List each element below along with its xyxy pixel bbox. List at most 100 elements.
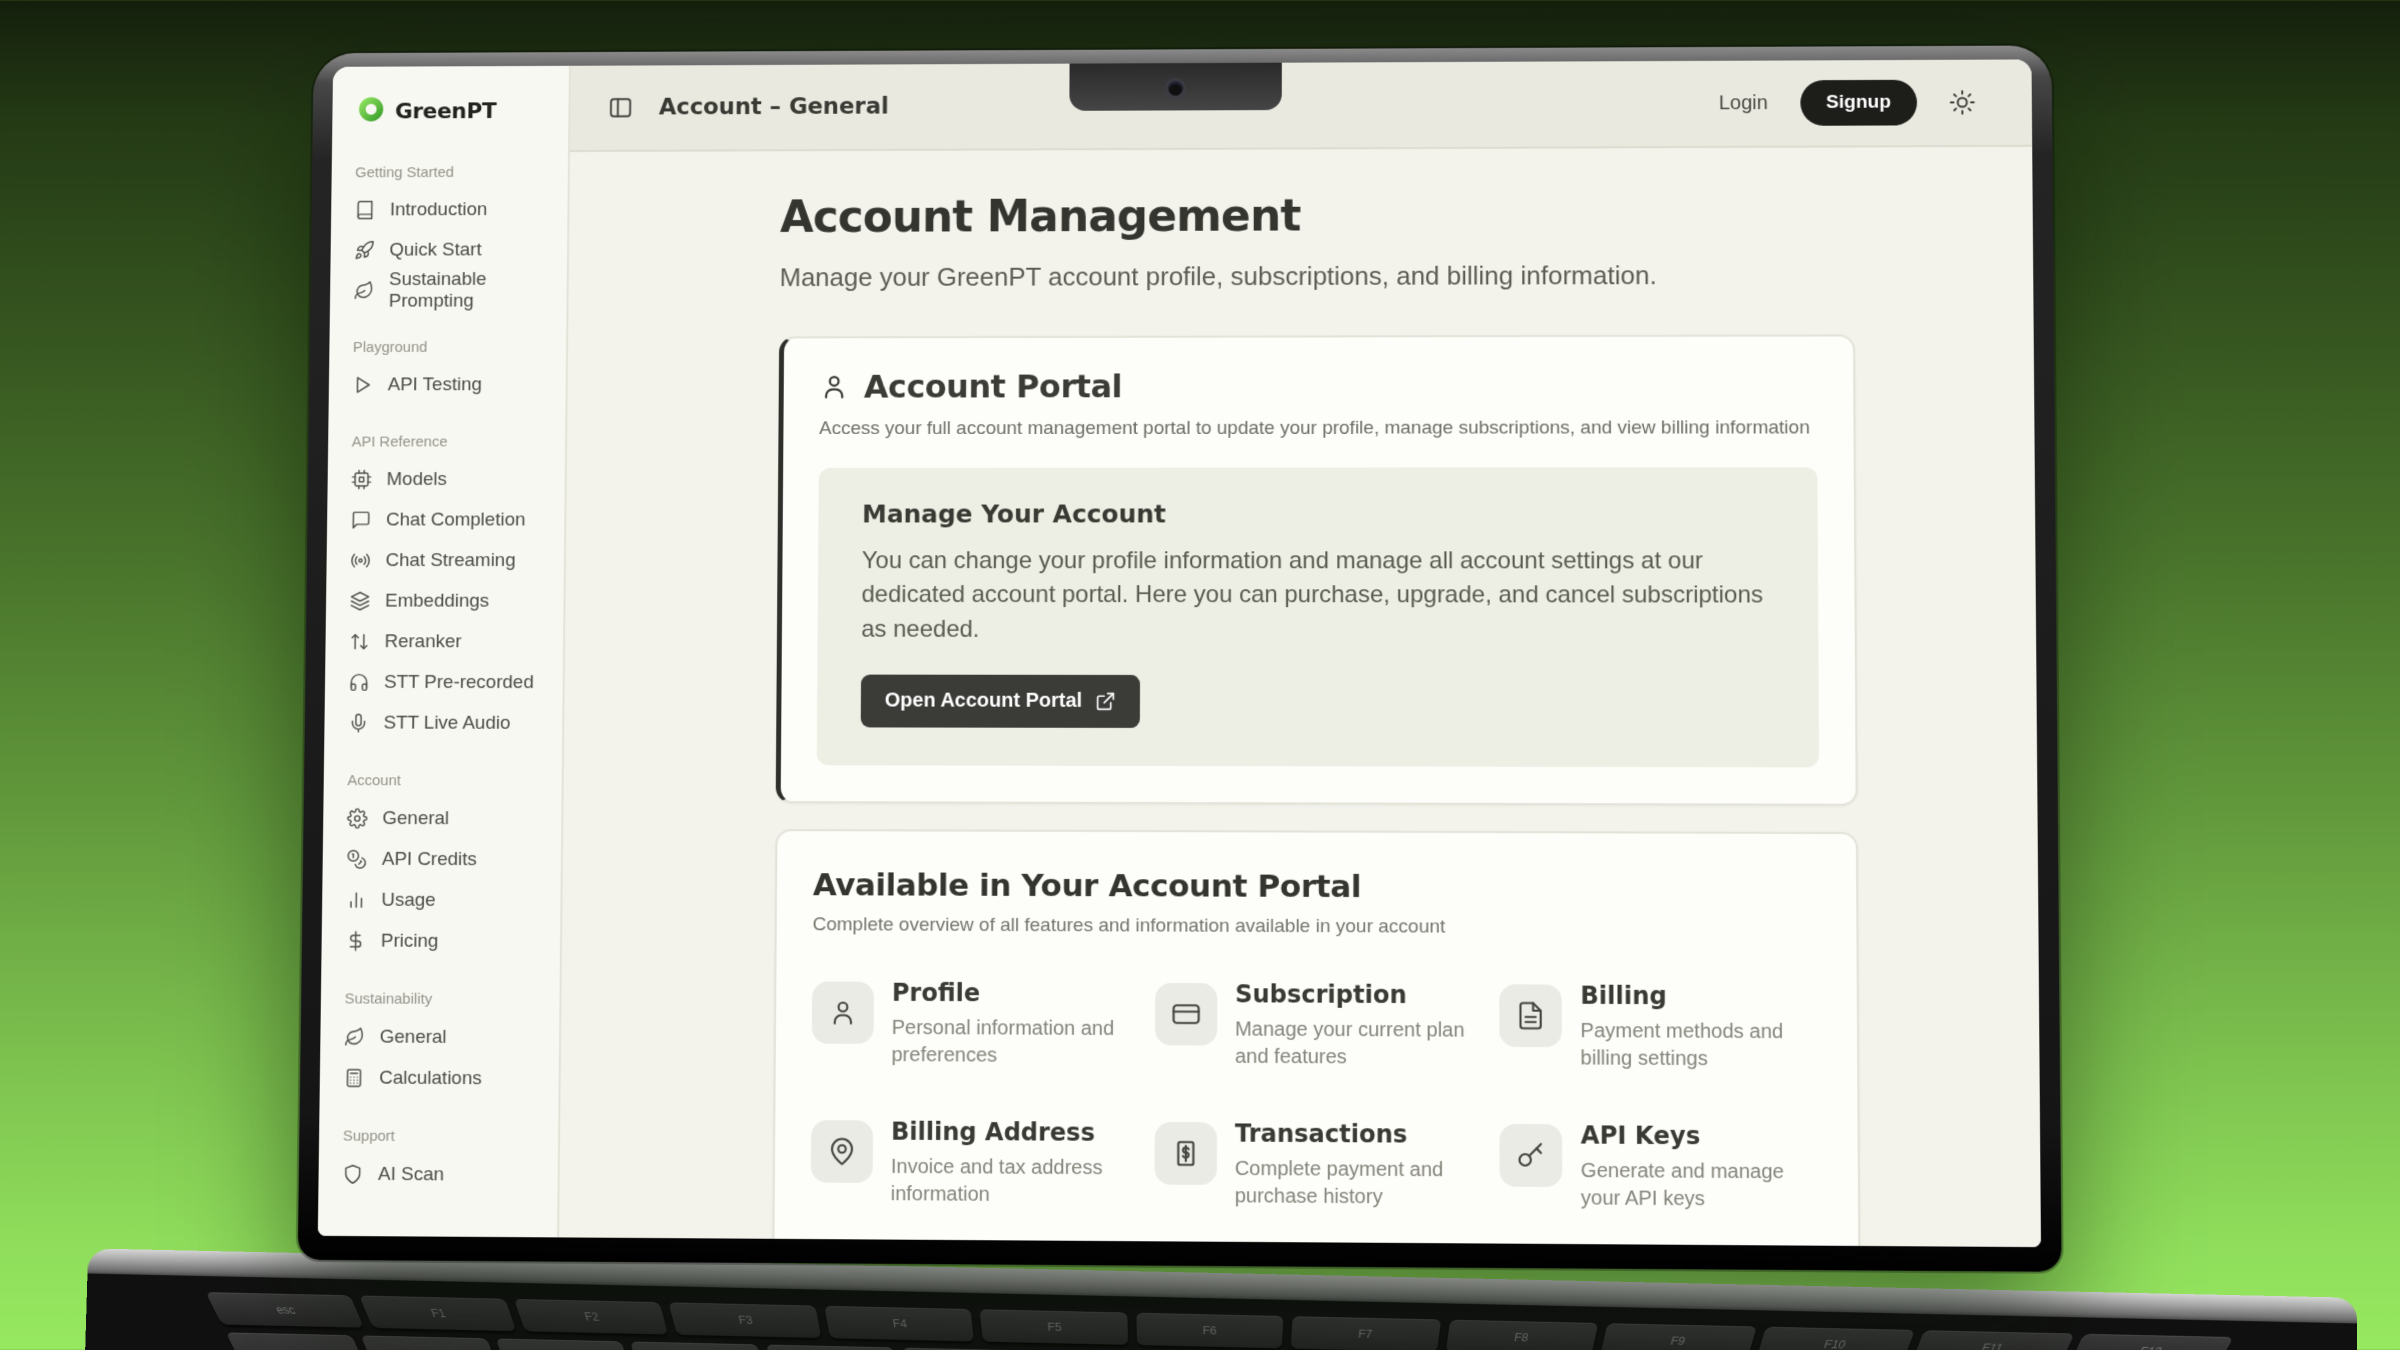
sidebar-section-label: Account xyxy=(347,772,538,789)
feature-text: Subscription Manage your current plan and… xyxy=(1235,980,1474,1072)
webcam-dot xyxy=(1168,81,1183,96)
laptop-mockup: escF1F2F3F4F5F6F7F8F9F10F11F12`123456789… xyxy=(295,45,2063,1350)
portal-card-subtitle: Access your full account management port… xyxy=(819,417,1817,440)
feature-title: API Keys xyxy=(1581,1121,1821,1151)
portal-card-title: Account Portal xyxy=(864,368,1122,406)
sidebar-item-label: Introduction xyxy=(390,199,488,221)
sidebar-section-account: Account GeneralAPI CreditsUsagePricing xyxy=(345,772,538,962)
sidebar-section-label: Support xyxy=(343,1128,535,1146)
sidebar-item-models[interactable]: Models xyxy=(351,459,541,500)
keyboard-key: F11 xyxy=(1912,1330,2075,1350)
sidebar-item-general[interactable]: General xyxy=(344,1016,536,1058)
login-button[interactable]: Login xyxy=(1719,92,1768,115)
sidebar-item-label: Reranker xyxy=(384,631,461,653)
signup-button[interactable]: Signup xyxy=(1800,80,1917,126)
keyboard-key: F9 xyxy=(1600,1323,1756,1350)
keyboard-key: F7 xyxy=(1291,1316,1441,1350)
map-pin-icon xyxy=(811,1120,873,1183)
main-content: Account Management Manage your GreenPT a… xyxy=(559,147,2041,1247)
sidebar-item-label: Quick Start xyxy=(389,239,481,261)
feature-title: Profile xyxy=(892,979,1129,1008)
keyboard-key: esc xyxy=(206,1292,365,1328)
sidebar-section-label: Playground xyxy=(353,339,543,356)
manage-account-panel: Manage Your Account You can change your … xyxy=(817,467,1819,767)
book-icon xyxy=(355,200,376,221)
layers-icon xyxy=(350,591,371,612)
sidebar-item-quick-start[interactable]: Quick Start xyxy=(354,230,544,271)
keyboard-key: 3 xyxy=(631,1342,768,1350)
calculator-icon xyxy=(343,1067,364,1088)
feature-text: Transactions Complete payment and purchas… xyxy=(1235,1119,1474,1212)
bars-icon xyxy=(346,890,367,911)
feature-title: Subscription xyxy=(1235,980,1473,1009)
sidebar-item-general[interactable]: General xyxy=(347,798,538,839)
brand-name: GreenPT xyxy=(395,99,497,124)
manage-account-title: Manage Your Account xyxy=(862,499,1773,528)
sidebar-section-label: Sustainability xyxy=(345,990,536,1008)
brand-logo[interactable]: GreenPT xyxy=(332,66,569,128)
topbar: Account – General Login Signup xyxy=(570,59,2032,152)
feature-text: BillingPayment methods and billing setti… xyxy=(1580,982,1820,1074)
receipt-icon xyxy=(1154,1122,1217,1185)
sidebar-item-chat-streaming[interactable]: Chat Streaming xyxy=(350,540,541,581)
sidebar-section-sustainability: Sustainability GeneralCalculations xyxy=(343,990,535,1099)
sidebar-item-stt-pre-recorded[interactable]: STT Pre-recorded xyxy=(348,662,539,703)
topbar-actions: Login Signup xyxy=(1719,80,1976,127)
keyboard-key: ` xyxy=(226,1332,373,1350)
features-grid: Profile Personal information and preferen… xyxy=(810,978,1822,1247)
user-icon xyxy=(819,372,849,402)
theme-toggle-sun-icon[interactable] xyxy=(1949,89,1975,115)
sidebar-section-playground: Playground API Testing xyxy=(352,339,542,405)
sidebar-item-introduction[interactable]: Introduction xyxy=(354,189,544,230)
keyboard-key: 2 xyxy=(495,1339,636,1350)
sidebar-item-embeddings[interactable]: Embeddings xyxy=(349,581,540,622)
feature-title: Billing Address xyxy=(891,1117,1128,1147)
user-icon xyxy=(812,981,874,1044)
feature-description: Generate and manage your API keys xyxy=(1581,1158,1822,1214)
file-text-icon xyxy=(1500,984,1563,1047)
greenpt-logo-icon xyxy=(358,96,385,127)
headphones-icon xyxy=(349,672,370,693)
sidebar-item-label: Chat Completion xyxy=(386,509,526,531)
feature-text: Billing AddressInvoice and tax address i… xyxy=(891,1117,1129,1209)
sidebar-item-ai-scan[interactable]: AI Scan xyxy=(342,1154,534,1196)
sidebar-item-pricing[interactable]: Pricing xyxy=(345,921,536,963)
feature-title: Transactions xyxy=(1235,1119,1474,1149)
sidebar-section-label: API Reference xyxy=(352,434,542,451)
feature-description: Personal information and preferences xyxy=(891,1015,1128,1070)
sidebar-toggle-icon[interactable] xyxy=(608,95,634,121)
page-subtitle: Manage your GreenPT account profile, sub… xyxy=(780,260,1855,293)
sidebar-item-api-credits[interactable]: API Credits xyxy=(346,839,537,880)
keyboard-key: F8 xyxy=(1445,1320,1598,1350)
credit-card-icon xyxy=(1155,983,1217,1046)
sidebar-item-calculations[interactable]: Calculations xyxy=(343,1057,535,1099)
feature-description: Manage your current plan and features xyxy=(1235,1016,1474,1072)
open-account-portal-button[interactable]: Open Account Portal xyxy=(861,675,1140,728)
keyboard-key: 1 xyxy=(360,1335,504,1350)
camera-notch xyxy=(1069,63,1281,111)
sidebar-item-usage[interactable]: Usage xyxy=(346,880,537,922)
leaf-icon xyxy=(354,280,375,301)
sidebar-item-label: STT Live Audio xyxy=(383,712,510,734)
laptop-lid: GreenPT Getting StartedIntroductionQuick… xyxy=(298,45,2062,1271)
sidebar-section-getting-started: Getting StartedIntroductionQuick StartSu… xyxy=(353,164,544,311)
sidebar-item-reranker[interactable]: Reranker xyxy=(349,621,540,662)
sidebar-item-label: Models xyxy=(386,469,446,491)
feature-title: Billing xyxy=(1580,982,1820,1011)
keyboard-key: F1 xyxy=(360,1296,517,1332)
laptop-screen: GreenPT Getting StartedIntroductionQuick… xyxy=(318,59,2041,1247)
feature-billing: BillingPayment methods and billing setti… xyxy=(1500,981,1821,1074)
sidebar: GreenPT Getting StartedIntroductionQuick… xyxy=(318,66,571,1238)
sidebar-nav: Getting StartedIntroductionQuick StartSu… xyxy=(318,127,568,1197)
leaf-icon xyxy=(344,1026,365,1047)
keyboard-key: F3 xyxy=(669,1302,821,1338)
feature-subscription: Subscription Manage your current plan and… xyxy=(1155,980,1474,1072)
sidebar-item-sustainable-prompting[interactable]: Sustainable Prompting xyxy=(353,270,543,311)
sidebar-section-support: Support AI Scan xyxy=(342,1128,534,1196)
sidebar-item-chat-completion[interactable]: Chat Completion xyxy=(350,500,540,541)
keyboard-key: F6 xyxy=(1136,1313,1284,1349)
sidebar-item-api-testing[interactable]: API Testing xyxy=(352,364,542,405)
feature-description: Complete payment and purchase history xyxy=(1235,1156,1474,1212)
sidebar-item-stt-live-audio[interactable]: STT Live Audio xyxy=(348,703,539,744)
chat-icon xyxy=(351,510,372,531)
